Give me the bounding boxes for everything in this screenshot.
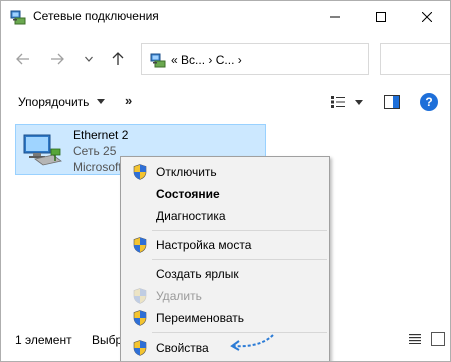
item-count: 1 элемент: [15, 333, 72, 347]
minimize-icon: [330, 16, 340, 17]
menu-item-label: Настройка моста: [156, 238, 252, 252]
close-button[interactable]: [404, 1, 450, 32]
chevron-down-icon: [85, 56, 93, 62]
uac-shield-icon: [133, 310, 147, 326]
menu-item-disable[interactable]: Отключить: [123, 161, 328, 183]
menu-item-label: Диагностика: [156, 209, 226, 223]
menu-item-properties[interactable]: Свойства: [123, 337, 328, 359]
connection-name: Ethernet 2: [73, 128, 129, 142]
window-title: Сетевые подключения: [33, 9, 159, 23]
arrow-up-icon: [112, 52, 124, 65]
chevron-down-icon[interactable]: [355, 100, 363, 105]
network-connections-window: Сетевые подключения « Вс... › С... › Упо…: [0, 0, 451, 362]
organize-button[interactable]: Упорядочить: [18, 95, 89, 109]
connection-network: Сеть 25: [73, 144, 117, 158]
menu-item-create-shortcut[interactable]: Создать ярлык: [123, 263, 328, 285]
help-icon[interactable]: ?: [420, 93, 438, 111]
menu-item-diagnose[interactable]: Диагностика: [123, 205, 328, 227]
minimize-button[interactable]: [312, 1, 358, 32]
menu-separator: [152, 259, 327, 260]
forward-button[interactable]: [45, 45, 69, 73]
annotation-arrow-icon: [230, 334, 274, 351]
close-icon: [422, 11, 432, 22]
search-input[interactable]: [380, 43, 450, 75]
maximize-icon: [376, 11, 386, 22]
recent-locations-button[interactable]: [77, 45, 101, 73]
menu-item-label: Отключить: [156, 165, 217, 179]
menu-item-label: Создать ярлык: [156, 267, 239, 281]
preview-pane-icon[interactable]: [384, 95, 400, 109]
breadcrumb-item[interactable]: Вс...: [181, 53, 205, 67]
menu-item-label: Состояние: [156, 187, 220, 201]
breadcrumb-overflow[interactable]: «: [171, 53, 178, 67]
uac-shield-icon: [133, 288, 147, 304]
breadcrumb: « Вс... › С... ›: [171, 53, 242, 67]
menu-item-rename[interactable]: Переименовать: [123, 307, 328, 329]
breadcrumb-item[interactable]: С...: [216, 53, 235, 67]
view-options-icon[interactable]: [331, 96, 345, 108]
arrow-left-icon: [16, 53, 29, 65]
context-menu: Отключить Состояние Диагностика Настройк…: [120, 156, 330, 361]
details-view-icon[interactable]: [409, 334, 421, 344]
menu-item-label: Удалить: [156, 289, 202, 303]
back-button[interactable]: [11, 45, 35, 73]
large-icons-view-icon[interactable]: [431, 332, 445, 346]
menu-item-bridge[interactable]: Настройка моста: [123, 234, 328, 256]
menu-separator: [152, 230, 327, 231]
network-connections-icon: [10, 10, 26, 25]
arrow-right-icon: [51, 53, 64, 65]
up-button[interactable]: [106, 45, 130, 73]
command-bar: Упорядочить » ?: [1, 87, 450, 117]
menu-item-label: Переименовать: [156, 311, 244, 325]
chevron-down-icon: [97, 99, 105, 104]
uac-shield-icon: [133, 237, 147, 253]
menu-item-label: Свойства: [156, 341, 209, 355]
title-bar: Сетевые подключения: [1, 1, 450, 32]
selected-count: Выбр: [92, 333, 120, 347]
uac-shield-icon: [133, 164, 147, 180]
address-bar[interactable]: « Вс... › С... ›: [141, 43, 369, 75]
navigation-bar: « Вс... › С... ›: [1, 39, 450, 79]
menu-item-status[interactable]: Состояние: [123, 183, 328, 205]
more-commands-button[interactable]: »: [125, 93, 132, 108]
maximize-button[interactable]: [358, 1, 404, 32]
breadcrumb-separator[interactable]: ›: [208, 53, 212, 67]
breadcrumb-separator[interactable]: ›: [238, 53, 242, 67]
network-adapter-icon: [23, 134, 62, 166]
menu-item-delete[interactable]: Удалить: [123, 285, 328, 307]
uac-shield-icon: [133, 340, 147, 356]
network-connections-icon: [150, 53, 166, 68]
